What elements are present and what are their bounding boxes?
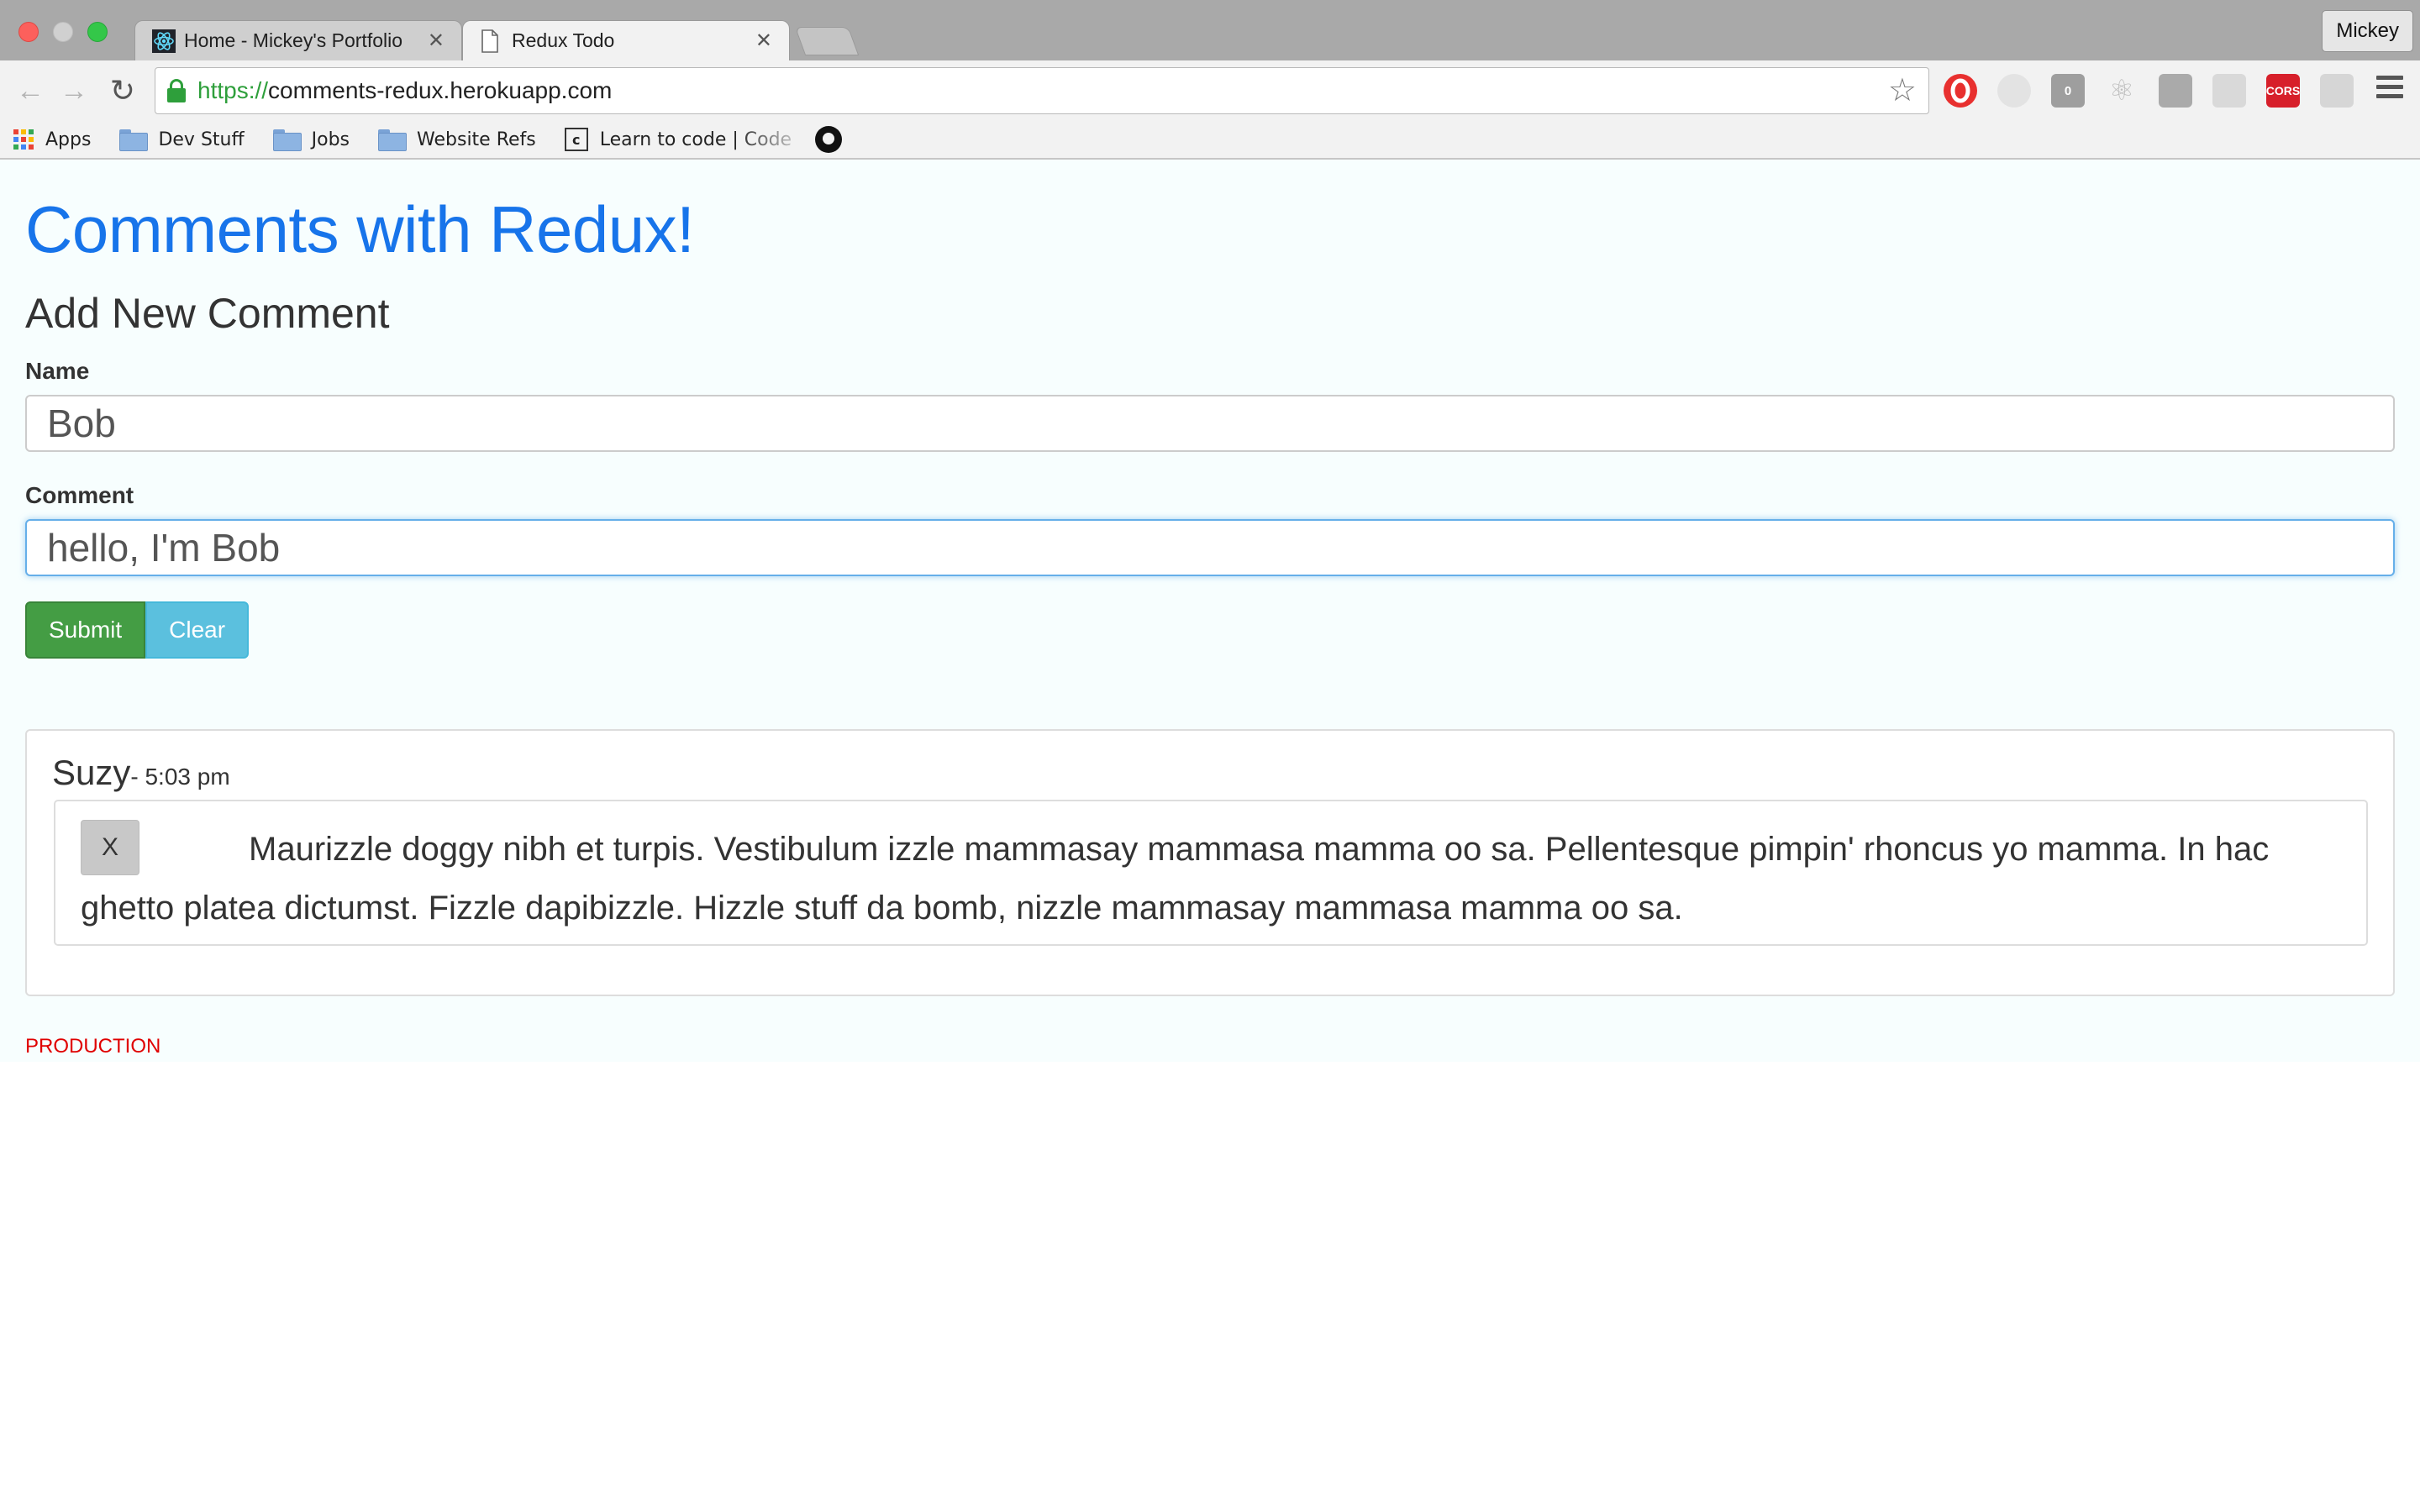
grey-extension-icon[interactable] <box>2320 74 2354 108</box>
cors-extension-icon[interactable]: CORS <box>2266 74 2300 108</box>
bookmark-label: Learn to code | Code <box>599 129 792 150</box>
redux-extension-icon[interactable] <box>2159 74 2192 108</box>
folder-icon <box>272 129 302 151</box>
tab-title: Redux Todo <box>512 29 615 51</box>
clear-button[interactable]: Clear <box>145 601 250 659</box>
comment-text: Maurizzle doggy nibh et turpis. Vestibul… <box>81 831 2270 927</box>
comment-author: Suzy <box>52 753 131 792</box>
menu-icon[interactable] <box>2376 76 2403 104</box>
page-viewport: Comments with Redux! Add New Comment Nam… <box>0 160 2420 1512</box>
tab-title: Home - Mickey's Portfolio <box>184 29 403 51</box>
reload-icon[interactable]: ↻ <box>104 72 141 109</box>
react-icon <box>152 29 176 53</box>
bookmark-github[interactable] <box>815 126 843 153</box>
codecademy-icon: c <box>564 128 588 151</box>
bookmark-label: Apps <box>45 129 92 150</box>
new-tab-button[interactable] <box>794 27 860 55</box>
comment-input[interactable]: hello, I'm Bob <box>25 519 2395 576</box>
folder-icon <box>378 129 408 151</box>
page-icon <box>480 29 503 53</box>
submit-button[interactable]: Submit <box>25 601 146 659</box>
tab-home-portfolio[interactable]: Home - Mickey's Portfolio ✕ <box>134 20 462 60</box>
folder-icon <box>119 129 149 151</box>
ghost-extension-icon[interactable] <box>1997 74 2031 108</box>
bookmark-star-icon[interactable]: ☆ <box>1888 71 1917 109</box>
comment-body: X Maurizzle doggy nibh et turpis. Vestib… <box>54 800 2368 946</box>
browser-toolbar: ← → ↻ https:// comments-redux.herokuapp.… <box>0 60 2420 121</box>
close-icon[interactable]: ✕ <box>428 29 445 53</box>
profile-button[interactable]: Mickey <box>2322 10 2413 52</box>
name-label: Name <box>25 358 90 384</box>
url-host: comments-redux.herokuapp.com <box>268 77 613 103</box>
bookmark-dev-stuff[interactable]: Dev Stuff <box>119 129 245 151</box>
comment-header: Suzy - 5:03 pm <box>52 753 230 793</box>
bookmark-label: Website Refs <box>417 129 536 150</box>
comments-panel: Suzy - 5:03 pm X Maurizzle doggy nibh et… <box>25 729 2395 996</box>
delete-comment-button[interactable]: X <box>81 820 139 875</box>
add-comment-heading: Add New Comment <box>25 290 390 337</box>
comment-label: Comment <box>25 482 134 508</box>
feather-extension-icon[interactable] <box>2212 74 2246 108</box>
browser-titlebar: Home - Mickey's Portfolio ✕ Redux Todo ✕… <box>0 0 2420 60</box>
bookmarks-bar: Apps Dev Stuff Jobs Website Refs c Learn… <box>0 121 2420 160</box>
form-button-group: Submit Clear <box>25 601 250 659</box>
bookmark-codecademy[interactable]: c Learn to code | Code <box>564 128 792 151</box>
forward-arrow-icon[interactable]: → <box>55 72 92 109</box>
opera-icon[interactable] <box>1944 74 1977 108</box>
lock-icon <box>167 79 186 102</box>
environment-label: PRODUCTION <box>25 1035 161 1058</box>
window-close-button[interactable] <box>18 22 39 42</box>
github-icon <box>815 126 843 153</box>
address-bar[interactable]: https:// comments-redux.herokuapp.com ☆ <box>155 67 1929 114</box>
bookmark-website-refs[interactable]: Website Refs <box>378 129 536 151</box>
bookmark-apps[interactable]: Apps <box>0 129 91 150</box>
bookmark-label: Jobs <box>311 129 350 150</box>
back-arrow-icon[interactable]: ← <box>12 72 49 109</box>
profile-name: Mickey <box>2336 19 2399 42</box>
name-input[interactable]: Bob <box>25 395 2395 452</box>
close-icon[interactable]: ✕ <box>755 29 772 53</box>
react-devtools-icon[interactable]: ⚛ <box>2105 74 2139 108</box>
tab-redux-todo[interactable]: Redux Todo ✕ <box>462 20 790 60</box>
page-title: Comments with Redux! <box>25 192 695 266</box>
bookmark-jobs[interactable]: Jobs <box>272 129 350 151</box>
bookmark-label: Dev Stuff <box>158 129 245 150</box>
counter-extension-icon[interactable]: 0 <box>2051 74 2085 108</box>
url-scheme: https:// <box>197 77 269 103</box>
app-container: Comments with Redux! Add New Comment Nam… <box>0 160 2420 1062</box>
comment-time: - 5:03 pm <box>130 764 230 790</box>
window-maximize-button[interactable] <box>87 22 108 42</box>
window-minimize-button[interactable] <box>53 22 73 42</box>
apps-grid-icon <box>13 129 34 150</box>
